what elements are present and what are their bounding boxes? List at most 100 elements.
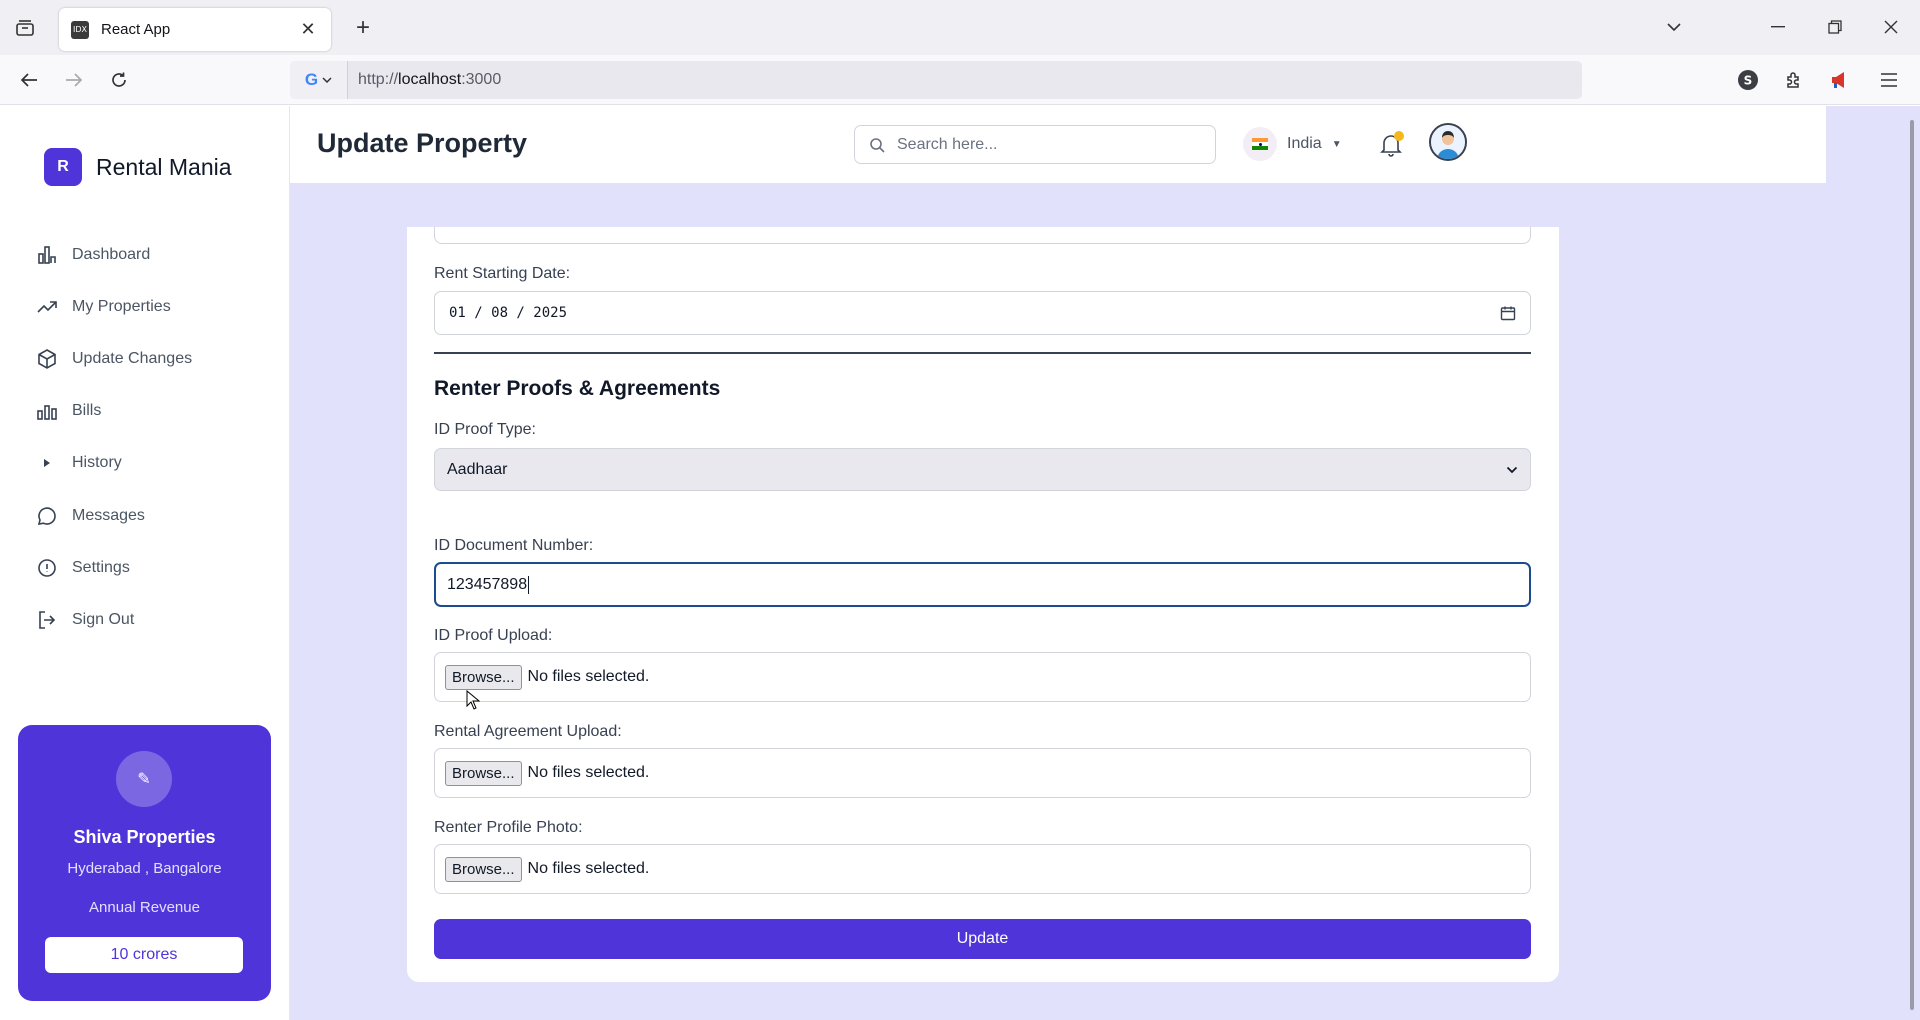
india-flag-icon <box>1243 127 1277 161</box>
browse-button[interactable]: Browse... <box>445 760 522 786</box>
info-circle-icon <box>36 557 58 579</box>
id-proof-type-select[interactable]: Aadhaar <box>434 448 1531 491</box>
browser-tab[interactable]: IDX React App ✕ <box>59 8 331 51</box>
sidebar-item-my-properties[interactable]: My Properties <box>36 291 266 323</box>
id-proof-type-label: ID Proof Type: <box>434 421 536 438</box>
sidebar-item-label: Messages <box>72 507 145 524</box>
profile-card: ✎ Shiva Properties Hyderabad , Bangalore… <box>18 725 271 1001</box>
back-arrow-icon[interactable] <box>12 63 46 97</box>
file-status: No files selected. <box>527 860 650 877</box>
text-caret <box>528 575 530 594</box>
tab-favicon-icon: IDX <box>71 20 89 39</box>
menu-icon[interactable] <box>1873 64 1905 96</box>
previous-field-bottom[interactable] <box>434 227 1531 244</box>
sidebar-item-bills[interactable]: Bills <box>36 395 266 427</box>
box-icon <box>36 348 58 370</box>
rent-start-date-input[interactable]: 01 / 08 / 2025 <box>434 291 1531 335</box>
megaphone-icon[interactable] <box>1824 64 1856 96</box>
update-property-form: Rent Starting Date: 01 / 08 / 2025 Rente… <box>407 227 1559 982</box>
sidebar-item-sign-out[interactable]: Sign Out <box>36 604 266 636</box>
minimize-icon[interactable] <box>1760 12 1796 42</box>
forward-arrow-icon[interactable] <box>57 63 91 97</box>
page-scrollbar[interactable] <box>1904 106 1920 1020</box>
section-title: Renter Proofs & Agreements <box>434 377 721 400</box>
address-bar[interactable]: G http://localhost:3000 <box>290 61 1582 99</box>
browse-button[interactable]: Browse... <box>445 856 522 882</box>
notification-dot <box>1394 131 1404 141</box>
bar-chart-icon <box>36 244 58 266</box>
chevron-down-icon <box>1506 466 1518 474</box>
arrow-right-icon <box>36 452 58 474</box>
app-root: R Rental Mania Dashboard My Properties U… <box>0 106 1920 1020</box>
rental-agreement-label: Rental Agreement Upload: <box>434 723 622 740</box>
tab-close-icon[interactable]: ✕ <box>297 19 319 40</box>
revenue-value: 10 crores <box>45 937 243 973</box>
google-icon: G <box>304 70 319 89</box>
sidebar-item-dashboard[interactable]: Dashboard <box>36 239 266 271</box>
profile-locations: Hyderabad , Bangalore <box>67 860 222 877</box>
revenue-label: Annual Revenue <box>89 899 200 916</box>
id-proof-type-value: Aadhaar <box>447 460 508 478</box>
sidebar-item-label: Update Changes <box>72 350 193 367</box>
browser-nav-bar: G http://localhost:3000 S <box>0 55 1920 105</box>
sidebar: R Rental Mania Dashboard My Properties U… <box>0 106 290 1020</box>
renter-photo-label: Renter Profile Photo: <box>434 819 583 836</box>
id-proof-file-input[interactable]: Browse... No files selected. <box>434 652 1531 702</box>
account-icon[interactable]: S <box>1732 64 1764 96</box>
id-doc-number-value: 123457898 <box>447 575 528 593</box>
browse-button[interactable]: Browse... <box>445 664 522 690</box>
extensions-icon[interactable] <box>1778 64 1810 96</box>
url-text: http://localhost:3000 <box>358 71 502 88</box>
sidebar-item-update-changes[interactable]: Update Changes <box>36 343 266 375</box>
renter-photo-file-input[interactable]: Browse... No files selected. <box>434 844 1531 894</box>
tab-list-icon[interactable] <box>10 14 40 42</box>
section-divider <box>434 352 1531 354</box>
calendar-icon[interactable] <box>1500 305 1516 321</box>
user-avatar[interactable] <box>1429 123 1467 161</box>
pencil-icon[interactable]: ✎ <box>116 751 172 807</box>
language-selector[interactable]: India ▼ <box>1243 127 1342 161</box>
notification-bell-icon[interactable] <box>1376 130 1406 160</box>
language-label: India <box>1287 135 1322 152</box>
mouse-cursor-icon <box>466 690 480 710</box>
window-close-icon[interactable] <box>1873 12 1909 42</box>
sidebar-item-settings[interactable]: Settings <box>36 552 266 584</box>
chevron-down-icon <box>322 77 332 83</box>
sidebar-item-label: Sign Out <box>72 611 135 628</box>
id-proof-upload-label: ID Proof Upload: <box>434 627 553 644</box>
rent-start-date-value: 01 / 08 / 2025 <box>449 305 568 321</box>
sidebar-item-messages[interactable]: Messages <box>36 500 266 532</box>
sidebar-item-history[interactable]: History <box>36 447 266 479</box>
id-doc-number-input[interactable]: 123457898 <box>434 562 1531 607</box>
scrollbar-thumb[interactable] <box>1910 120 1914 1010</box>
message-circle-icon <box>36 505 58 527</box>
search-engine-selector[interactable]: G <box>290 61 348 99</box>
sidebar-item-label: Settings <box>72 559 130 576</box>
search-input[interactable]: Search here... <box>854 125 1216 164</box>
new-tab-icon[interactable]: + <box>349 14 377 42</box>
brand-logo: R <box>44 148 82 186</box>
bills-chart-icon <box>36 400 58 422</box>
search-icon <box>870 137 885 153</box>
reload-icon[interactable] <box>102 63 136 97</box>
tab-overflow-chevron-icon[interactable] <box>1656 12 1692 42</box>
tab-title: React App <box>101 21 171 38</box>
trending-up-icon <box>36 296 58 318</box>
profile-name: Shiva Properties <box>73 827 216 847</box>
page-title: Update Property <box>317 128 528 158</box>
search-placeholder: Search here... <box>897 135 998 153</box>
sidebar-item-label: My Properties <box>72 298 171 315</box>
brand[interactable]: R Rental Mania <box>44 148 232 186</box>
sidebar-item-label: Bills <box>72 402 102 419</box>
update-button[interactable]: Update <box>434 919 1531 959</box>
restore-icon[interactable] <box>1817 12 1853 42</box>
rental-agreement-file-input[interactable]: Browse... No files selected. <box>434 748 1531 798</box>
sidebar-item-label: History <box>72 454 122 471</box>
top-header: Update Property Search here... India ▼ <box>290 106 1826 183</box>
log-out-icon <box>36 609 58 631</box>
sidebar-item-label: Dashboard <box>72 246 151 263</box>
rent-start-label: Rent Starting Date: <box>434 265 571 282</box>
id-doc-number-label: ID Document Number: <box>434 537 594 554</box>
brand-name: Rental Mania <box>96 153 232 180</box>
caret-down-icon: ▼ <box>1331 138 1342 150</box>
